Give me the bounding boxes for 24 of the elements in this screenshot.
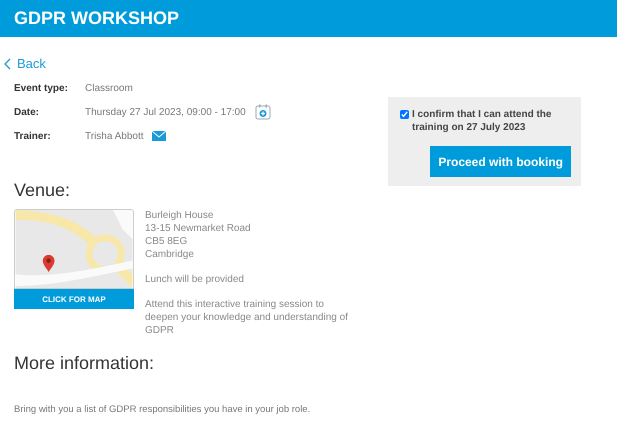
map-button[interactable]: CLICK FOR MAP bbox=[14, 289, 134, 309]
section-heading: More information: bbox=[14, 353, 156, 374]
chevron-left-icon bbox=[4, 58, 12, 70]
lunch-note: Lunch will be provided bbox=[145, 273, 245, 286]
address-line: CB5 8EG bbox=[145, 235, 188, 248]
detail-value: Trisha Abbott bbox=[85, 130, 144, 142]
section-heading: Venue: bbox=[14, 180, 72, 201]
detail-value: Classroom bbox=[85, 82, 133, 94]
description-text: Attend this interactive training session to deepen your knowledge and understanding of GDPR bbox=[145, 298, 349, 337]
detail-label: Event type: bbox=[14, 82, 69, 94]
address-line: Cambridge bbox=[145, 248, 195, 261]
info-text: Bring with you a list of GDPR responsibilities you have in your job role. bbox=[14, 404, 310, 415]
proceed-button[interactable]: Proceed with booking bbox=[430, 146, 571, 177]
email-icon[interactable] bbox=[152, 131, 166, 141]
add-to-calendar-icon[interactable] bbox=[254, 104, 271, 120]
confirm-label: I confirm that I can attend the training on 27 July 2023 bbox=[412, 108, 552, 134]
detail-value: Thursday 27 Jul 2023, 09:00 - 17:00 bbox=[85, 106, 246, 118]
page-title: GDPR WORKSHOP bbox=[14, 8, 180, 29]
detail-label: Date: bbox=[14, 106, 40, 118]
back-link[interactable]: Back bbox=[4, 56, 46, 71]
detail-label: Trainer: bbox=[14, 130, 52, 142]
confirm-checkbox[interactable] bbox=[400, 110, 409, 119]
address-line: Burleigh House bbox=[145, 209, 214, 222]
address-line: 13-15 Newmarket Road bbox=[145, 222, 252, 235]
